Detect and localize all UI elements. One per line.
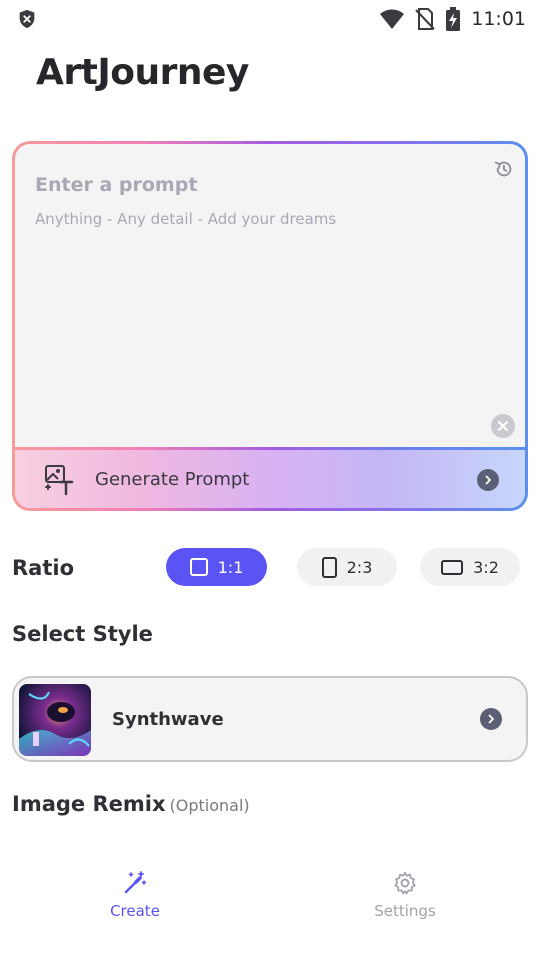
style-selector[interactable]: Synthwave [12, 676, 528, 762]
status-time: 11:01 [471, 8, 526, 30]
app-title: ArtJourney [36, 52, 249, 93]
generate-prompt-button[interactable]: Generate Prompt [15, 447, 525, 508]
ratio-option-1-1[interactable]: 1:1 [166, 548, 267, 586]
image-text-icon [45, 465, 74, 496]
prompt-placeholder-subtitle: Anything - Any detail - Add your dreams [35, 210, 337, 228]
no-sim-icon [415, 8, 435, 30]
prompt-input-area[interactable]: Enter a prompt Anything - Any detail - A… [15, 144, 525, 508]
prompt-card: Enter a prompt Anything - Any detail - A… [12, 141, 528, 511]
history-icon[interactable] [493, 158, 515, 180]
ratio-option-label: 3:2 [473, 557, 499, 577]
image-remix-heading: Image Remix (Optional) [12, 792, 250, 816]
chevron-right-icon [477, 469, 499, 491]
ratio-label: Ratio [12, 556, 75, 580]
ratio-option-label: 1:1 [217, 557, 244, 577]
landscape-icon [441, 559, 464, 575]
nav-create[interactable]: Create [75, 870, 195, 920]
ratio-option-2-3[interactable]: 2:3 [297, 548, 397, 586]
ratio-option-label: 2:3 [346, 557, 373, 577]
portrait-icon [321, 556, 337, 578]
style-thumbnail [19, 684, 91, 756]
battery-charging-icon [446, 7, 461, 31]
nav-create-label: Create [110, 902, 160, 920]
square-icon [189, 558, 208, 576]
wifi-icon [380, 9, 405, 29]
select-style-label: Select Style [12, 622, 153, 646]
generate-prompt-label: Generate Prompt [95, 469, 250, 490]
nav-settings[interactable]: Settings [345, 870, 465, 920]
prompt-placeholder-title[interactable]: Enter a prompt [35, 174, 197, 196]
chevron-right-icon [480, 708, 502, 730]
image-remix-title: Image Remix [12, 792, 166, 816]
ratio-option-3-2[interactable]: 3:2 [420, 548, 520, 586]
gear-icon [394, 871, 416, 895]
style-name: Synthwave [112, 709, 224, 730]
image-remix-optional: (Optional) [169, 796, 250, 815]
shield-x-icon [19, 9, 35, 29]
clear-icon[interactable] [491, 414, 515, 438]
nav-settings-label: Settings [374, 902, 436, 920]
status-bar: 11:01 [0, 0, 540, 38]
magic-wand-icon [124, 871, 147, 894]
